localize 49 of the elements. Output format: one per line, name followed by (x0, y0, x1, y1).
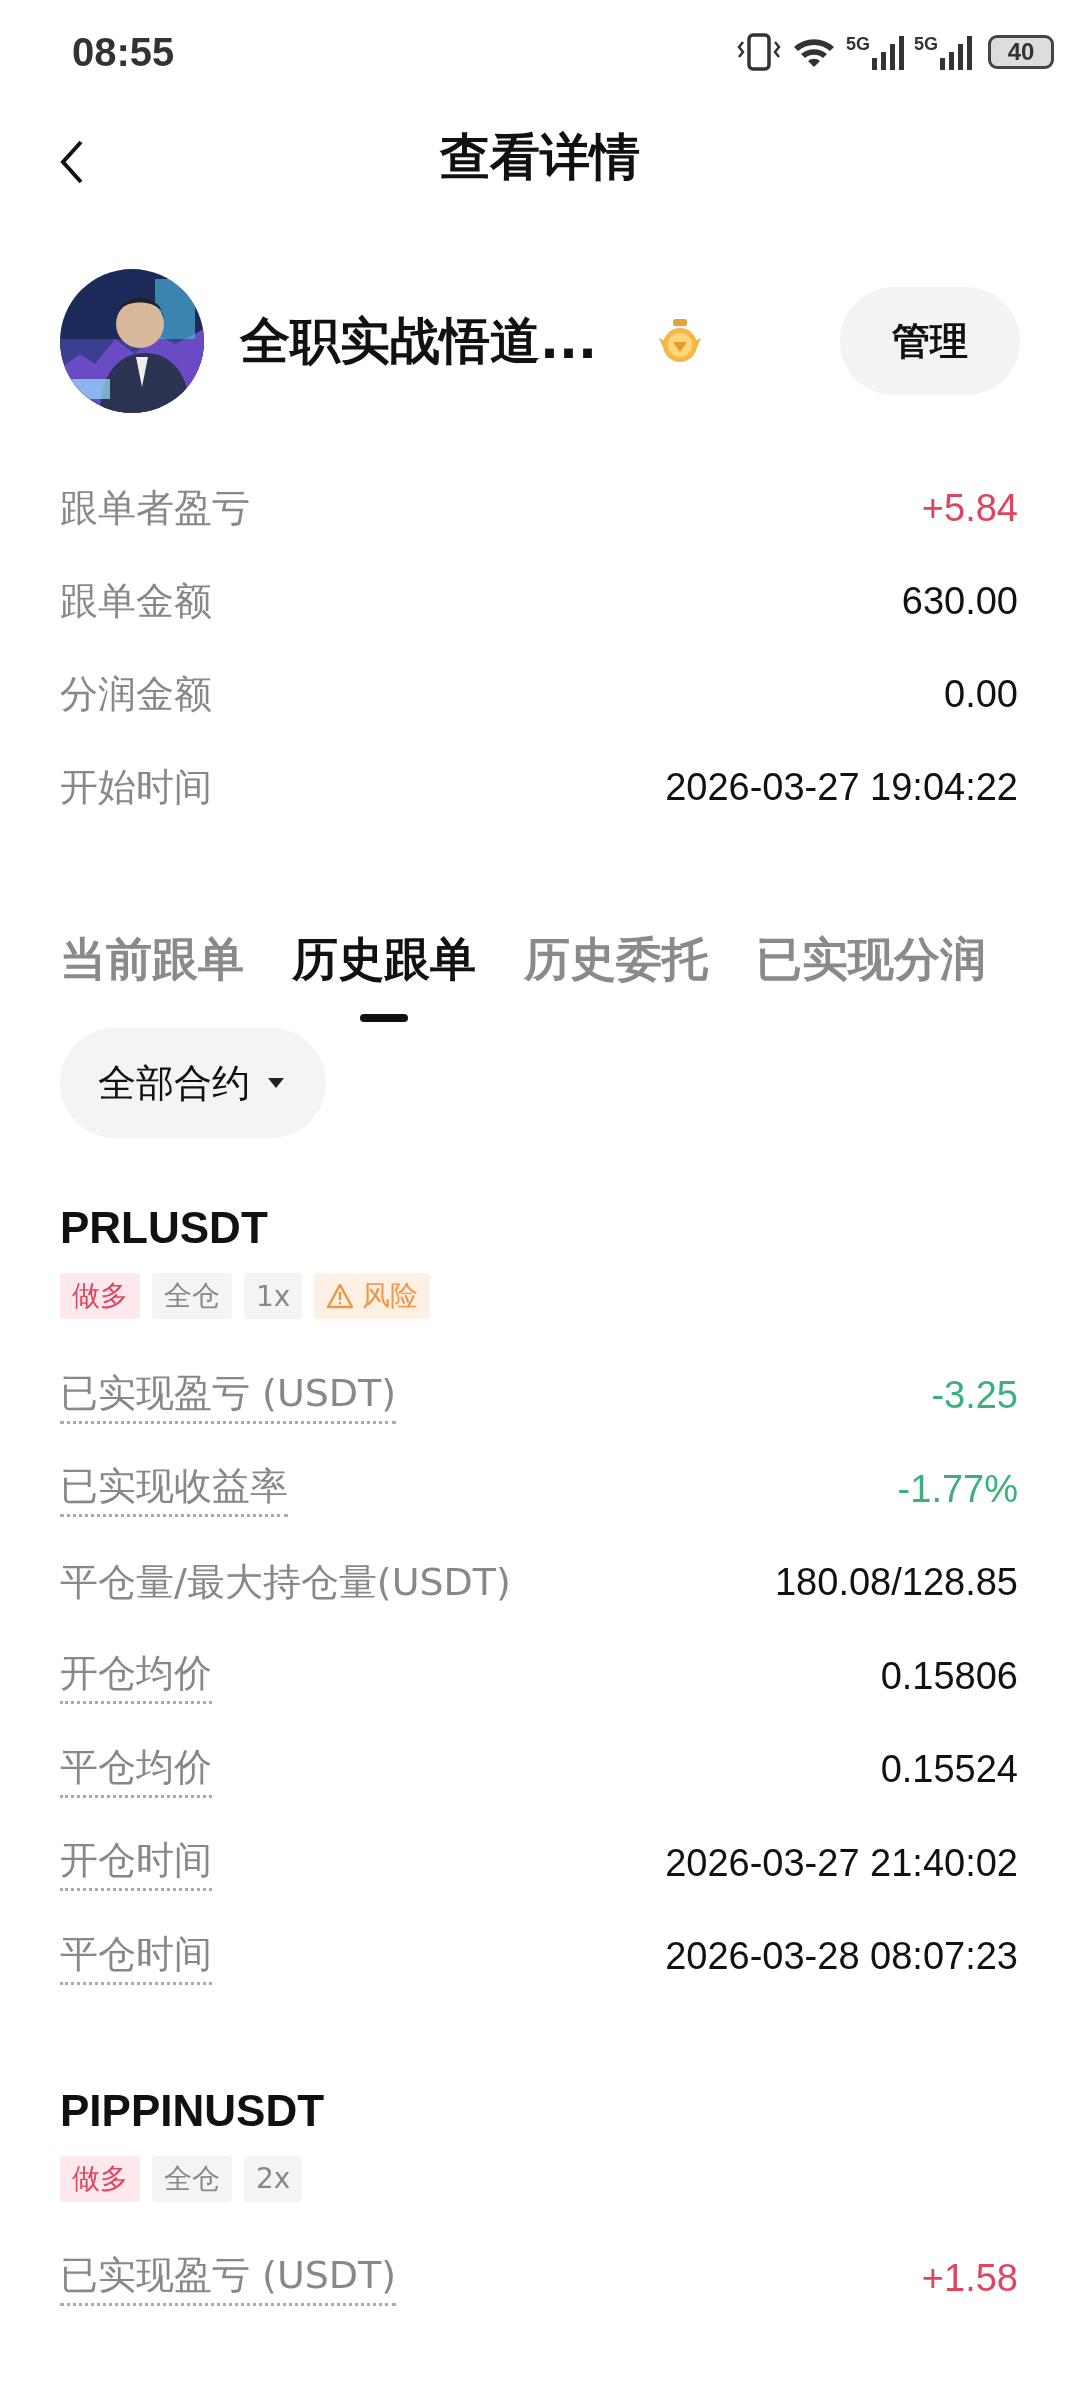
tag-label: 全仓 (152, 2155, 232, 2202)
value-text: 2026-03-27 19:04:22 (665, 766, 1018, 809)
field-label: 跟单金额 (60, 578, 212, 625)
symbol-title: PRLUSDT (59, 1202, 269, 1254)
contract-filter-dropdown[interactable]: 全部合约 (60, 1028, 326, 1138)
field-label: 平仓量/最大持仓量(USDT) (60, 1559, 511, 1607)
tag-label: 全仓 (152, 1273, 232, 1319)
field-label: 已实现收益率 (60, 1461, 288, 1518)
network-label: 5G (914, 34, 938, 55)
field-label: 跟单者盈亏 (60, 485, 250, 532)
symbol-title: PIPPINUSDT (59, 2084, 326, 2137)
trader-name: 全职实战悟道... (240, 310, 597, 372)
clock-time: 08:55 (72, 29, 175, 75)
value-text: 2026-03-28 08:07:23 (665, 1935, 1018, 1979)
vibrate-icon (735, 32, 782, 72)
tag-label: 做多 (60, 2155, 140, 2202)
field-label: 已实现盈亏 (USDT) (60, 1367, 397, 1424)
tab[interactable]: 历史跟单 (292, 920, 476, 1028)
field-label: 平仓时间 (60, 1928, 212, 1985)
tag-label: 做多 (60, 1273, 140, 1319)
field-label: 已实现盈亏 (USDT) (60, 2250, 397, 2307)
page-title: 查看详情 (440, 126, 640, 188)
field-label: 分润金额 (60, 671, 212, 718)
signal-icon (872, 34, 906, 70)
value-text: 0.15524 (880, 1748, 1018, 1792)
value-text: -3.25 (931, 1374, 1018, 1418)
value-text: +1.58 (921, 2256, 1018, 2300)
warning-icon (326, 1283, 355, 1309)
field-label: 平仓均价 (60, 1741, 212, 1798)
field-label: 开始时间 (60, 764, 212, 811)
battery-indicator: 40 (988, 35, 1054, 69)
value-text: 0.15806 (880, 1654, 1018, 1698)
back-icon[interactable] (60, 140, 84, 184)
tag-label: 2x (244, 2155, 303, 2202)
value-text: 180.08/128.85 (775, 1561, 1018, 1605)
value-text: 0.00 (944, 673, 1018, 716)
value-text: +5.84 (921, 487, 1018, 530)
manage-button[interactable]: 管理 (840, 287, 1020, 395)
value-text: -1.77% (897, 1467, 1018, 1511)
risk-tag: 风险 (314, 1273, 431, 1319)
medal-icon (657, 318, 703, 364)
network-label: 5G (845, 34, 870, 55)
field-label: 开仓时间 (60, 1835, 212, 1892)
signal-icon (940, 34, 974, 70)
value-text: 2026-03-27 21:40:02 (665, 1841, 1018, 1885)
value-text: 630.00 (901, 580, 1018, 623)
tag-label: 1x (244, 1273, 303, 1319)
caret-icon (268, 1078, 284, 1088)
field-label: 开仓均价 (60, 1648, 212, 1705)
